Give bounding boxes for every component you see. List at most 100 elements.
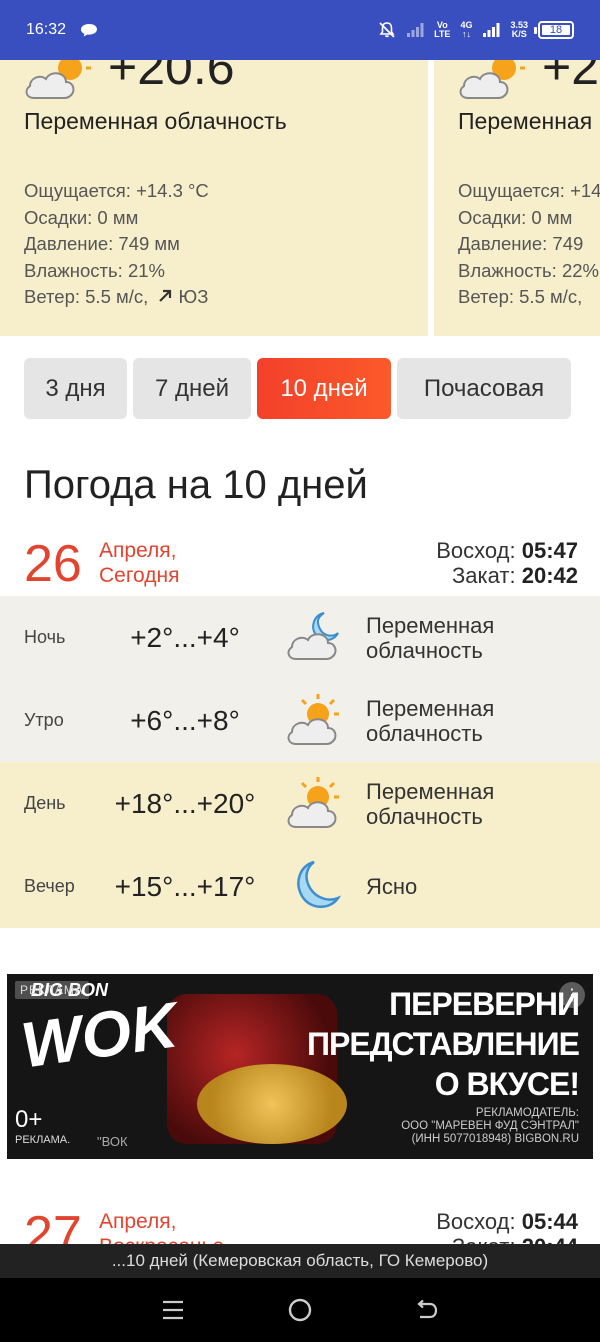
precipitation: Осадки: 0 мм (24, 206, 139, 228)
battery-level: 18 (549, 24, 563, 36)
tab-7-days[interactable]: 7 дней (133, 358, 251, 419)
part-label: Ночь (24, 627, 66, 647)
sun-times: Восход: 05:47 Закат: 20:42 (436, 538, 578, 588)
ad-sponsor-3: (ИНН 5077018948) BIGBON.RU (411, 1133, 579, 1145)
condition-text: Переменная облачность (366, 696, 494, 746)
day-part-row-night: Ночь +2°...+4° Переменная облачность (0, 596, 600, 679)
sunrise: Восход: 05:47 (436, 538, 578, 563)
condition-line-1: Переменная (366, 778, 495, 804)
current-weather-card[interactable]: +20.6 Переменная облачность Ощущается: +… (0, 60, 428, 336)
next-weather-card[interactable]: +2 Переменная Ощущается: +14 Осадки: 0 м… (434, 60, 600, 336)
day-month: Апреля, (99, 1210, 177, 1233)
wind: Ветер: 5.5 м/с, ЮЗ (24, 284, 209, 311)
day-parts: Ночь +2°...+4° Переменная облачность Утр… (0, 596, 600, 928)
net-speed-unit: K/S (511, 29, 527, 39)
back-icon (416, 1299, 437, 1319)
current-weather-carousel[interactable]: +20.6 Переменная облачность Ощущается: +… (0, 60, 600, 336)
temp-range: +15°...+17° (114, 870, 256, 902)
battery-icon: 18 (534, 21, 574, 39)
current-temperature: +20.6 (108, 60, 235, 95)
current-details: Ощущается: +14.3 °C Осадки: 0 мм Давлени… (24, 178, 209, 311)
wind-speed: Ветер: 5.5 м/с, (24, 286, 149, 308)
ad-vok: "ВОК (97, 1134, 128, 1149)
temp-range: +2°...+4° (130, 621, 240, 653)
ad-sponsor-2: ООО "МАРЕВЕН ФУД СЭНТРАЛ" (401, 1120, 579, 1132)
sunset: Закат: 20:42 (436, 563, 578, 588)
back-button[interactable] (414, 1297, 440, 1323)
sunset-time: 20:42 (521, 563, 578, 588)
sun-cloud-icon (287, 694, 339, 745)
tab-10-days[interactable]: 10 дней (257, 358, 391, 419)
message-icon (81, 24, 98, 37)
sunrise-time: 05:44 (521, 1209, 578, 1234)
next-condition: Переменная (458, 108, 593, 134)
condition-text: Ясно (366, 874, 417, 899)
pressure: Давление: 749 (458, 233, 584, 255)
net-speed: 3.53 K/S (510, 21, 528, 39)
condition-text: Переменная облачность (366, 779, 494, 829)
ad-sponsor: РЕКЛАМОДАТЕЛЬ: ООО "МАРЕВЕН ФУД СЭНТРАЛ"… (401, 1107, 579, 1146)
sunrise: Восход: 05:44 (436, 1209, 578, 1234)
next-temperature: +2 (542, 60, 600, 95)
ad-headline-2: ПРЕДСТАВЛЕНИЕ (307, 1026, 580, 1062)
humidity: Влажность: 22% (458, 259, 599, 281)
humidity: Влажность: 21% (24, 259, 165, 281)
day-part-row-evening: Вечер +15°...+17° Ясно (0, 845, 600, 928)
wind-arrow-icon (159, 290, 172, 303)
ad-age-label: РЕКЛАМА. (15, 1134, 71, 1146)
signal-icon (483, 23, 500, 37)
sun-cloud-icon (287, 777, 339, 828)
navigation-bar (0, 1278, 600, 1342)
volte-bottom: LTE (434, 29, 451, 39)
current-condition: Переменная облачность (24, 108, 287, 134)
sunset-label: Закат: (452, 563, 516, 588)
url-bar[interactable]: ...10 дней (Кемеровская область, ГО Кеме… (0, 1244, 600, 1278)
condition-line-2: облачность (366, 720, 483, 746)
ad-label: РЕКЛАМА (15, 981, 89, 999)
status-icons: Vo LTE 4G ↑↓ 3.53 K/S 18 (378, 21, 574, 39)
condition-line-2: облачность (366, 803, 483, 829)
ad-brand: WOK (16, 988, 182, 1082)
moon-cloud-icon (287, 612, 339, 660)
status-time: 16:32 (26, 21, 67, 38)
tab-3-days[interactable]: 3 дня (24, 358, 127, 419)
volte-indicator: Vo LTE (434, 21, 450, 39)
day-part-row-morning: Утро +6°...+8° Переменная облачность (0, 679, 600, 762)
sunrise-time: 05:47 (521, 538, 578, 563)
network-gen-indicator: 4G ↑↓ (460, 21, 472, 39)
temp-range: +6°...+8° (130, 704, 240, 736)
ad-headline-3: О ВКУСЕ! (434, 1066, 580, 1102)
signal-weak-icon (407, 23, 424, 37)
tab-hourly[interactable]: Почасовая (397, 358, 571, 419)
moon-icon (297, 860, 342, 908)
part-label: Вечер (24, 876, 75, 896)
next-details: Ощущается: +14 Осадки: 0 мм Давление: 74… (458, 178, 600, 311)
sun-cloud-icon (459, 60, 525, 99)
condition-text: Переменная облачность (366, 613, 494, 663)
wind: Ветер: 5.5 м/с, (458, 286, 583, 308)
day-weekday: Сегодня (99, 564, 180, 587)
network-gen-bottom: ↑↓ (461, 29, 471, 39)
day-header: 26 Апреля, Сегодня Восход: 05:47 Закат: … (24, 536, 578, 596)
home-button[interactable] (287, 1297, 313, 1323)
page: 16:32 Vo LTE 4G ↑↓ 3.53 K/S 18 +20.6 Пер… (0, 0, 600, 1342)
ad-sponsor-1: РЕКЛАМОДАТЕЛЬ: (475, 1107, 579, 1119)
day-number: 26 (24, 535, 82, 593)
condition-line-1: Ясно (366, 874, 418, 899)
home-circle-icon (288, 1298, 312, 1322)
wind-direction: ЮЗ (178, 286, 209, 308)
ad-headline: ПЕРЕВЕРНИ ПРЕДСТАВЛЕНИЕ О ВКУСЕ! (307, 984, 580, 1104)
day-date: Апреля, Сегодня (99, 538, 179, 588)
condition-line-1: Переменная (366, 695, 495, 721)
menu-button[interactable] (160, 1297, 186, 1323)
ad-banner[interactable]: BIG BON WOK РЕКЛАМА ⋮ ПЕРЕВЕРНИ ПРЕДСТАВ… (7, 974, 593, 1159)
status-bar: 16:32 Vo LTE 4G ↑↓ 3.53 K/S 18 (0, 0, 600, 60)
condition-line-2: облачность (366, 637, 483, 663)
dnd-bell-off-icon (379, 22, 395, 38)
precipitation: Осадки: 0 мм (458, 206, 573, 228)
sunrise-label: Восход: (436, 1209, 516, 1234)
part-label: День (24, 793, 66, 813)
pressure: Давление: 749 мм (24, 233, 180, 255)
ad-age-rating: 0+ (15, 1106, 43, 1133)
feels-like: Ощущается: +14.3 °C (24, 180, 209, 201)
